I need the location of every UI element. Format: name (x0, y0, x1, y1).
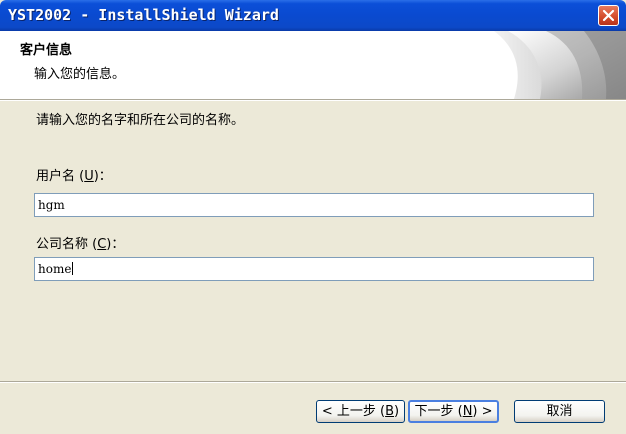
text-cursor (72, 262, 74, 275)
wizard-header: 客户信息 输入您的信息。 (0, 31, 626, 100)
back-button[interactable]: < 上一步 (B) (316, 400, 405, 423)
title-bar[interactable]: YST2002 - InstallShield Wizard (0, 0, 626, 31)
username-label: 用户名 (U)： (36, 169, 112, 184)
company-label: 公司名称 (C)： (36, 237, 125, 252)
header-subtitle: 输入您的信息。 (34, 67, 126, 82)
username-field[interactable]: hgm (34, 193, 594, 217)
window-title: YST2002 - InstallShield Wizard (8, 6, 279, 24)
next-button[interactable]: 下一步 (N) > (408, 400, 499, 423)
installshield-wizard-window: YST2002 - InstallShield Wizard 客户信息 输入您的… (0, 0, 626, 434)
wizard-banner-graphic (494, 31, 626, 99)
header-separator (0, 100, 626, 101)
cancel-button[interactable]: 取消 (514, 400, 605, 423)
footer-separator-highlight (0, 382, 626, 383)
instruction-text: 请输入您的名字和所在公司的名称。 (36, 113, 245, 128)
close-button[interactable] (598, 5, 619, 26)
header-title: 客户信息 (20, 43, 73, 58)
close-icon (602, 9, 615, 22)
company-field[interactable]: home (34, 257, 594, 281)
